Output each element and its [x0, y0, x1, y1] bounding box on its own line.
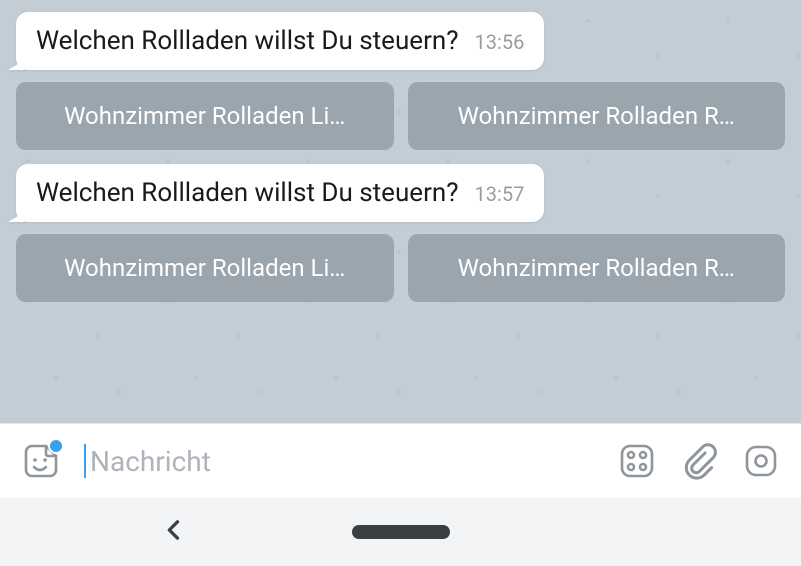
message-block: Welchen Rollladen willst Du steuern? 13:… — [16, 164, 785, 302]
incoming-message[interactable]: Welchen Rollladen willst Du steuern? 13:… — [16, 164, 544, 222]
incoming-message[interactable]: Welchen Rollladen willst Du steuern? 13:… — [16, 12, 544, 70]
commands-icon[interactable] — [617, 441, 657, 481]
sticker-notification-dot — [48, 438, 64, 454]
sticker-icon[interactable] — [20, 440, 62, 482]
message-time: 13:56 — [475, 30, 525, 54]
inline-button-left[interactable]: Wohnzimmer Rolladen Li… — [16, 234, 394, 302]
inline-keyboard-row: Wohnzimmer Rolladen Li… Wohnzimmer Rolla… — [16, 234, 785, 302]
inline-button-right[interactable]: Wohnzimmer Rolladen R… — [408, 82, 786, 150]
message-text: Welchen Rollladen willst Du steuern? — [36, 26, 459, 56]
message-text: Welchen Rollladen willst Du steuern? — [36, 178, 459, 208]
message-block: Welchen Rollladen willst Du steuern? 13:… — [16, 12, 785, 150]
input-placeholder: Nachricht — [90, 445, 211, 478]
voice-record-icon[interactable] — [741, 441, 781, 481]
inline-button-left[interactable]: Wohnzimmer Rolladen Li… — [16, 82, 394, 150]
chat-area: Welchen Rollladen willst Du steuern? 13:… — [0, 0, 801, 423]
inline-keyboard-row: Wohnzimmer Rolladen Li… Wohnzimmer Rolla… — [16, 82, 785, 150]
back-button[interactable] — [160, 516, 188, 548]
message-time: 13:57 — [475, 182, 525, 206]
home-indicator[interactable] — [352, 525, 450, 539]
inline-button-right[interactable]: Wohnzimmer Rolladen R… — [408, 234, 786, 302]
text-cursor — [84, 444, 86, 478]
navigation-bar — [0, 498, 801, 566]
message-input[interactable]: Nachricht — [84, 444, 595, 478]
attachment-icon[interactable] — [679, 441, 719, 481]
message-composer: Nachricht — [0, 423, 801, 498]
